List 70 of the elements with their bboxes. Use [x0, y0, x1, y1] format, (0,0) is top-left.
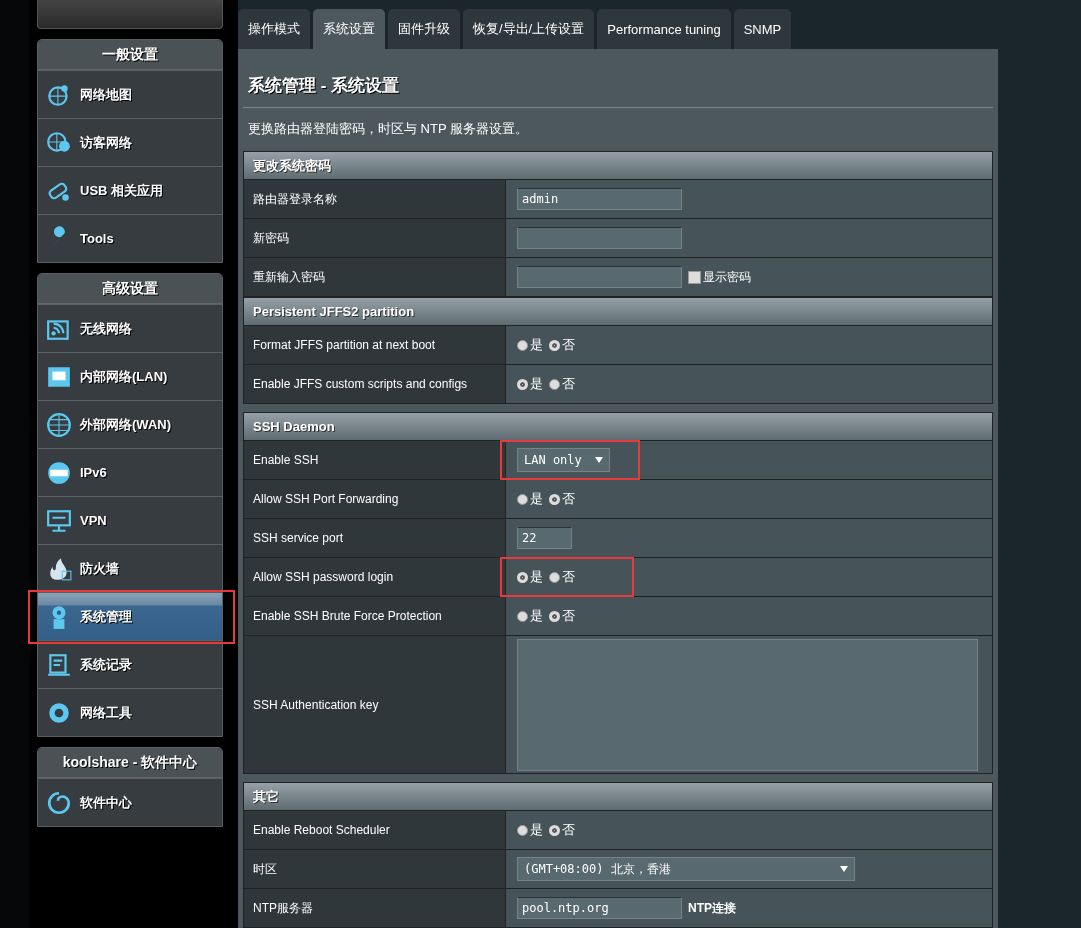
checkbox-option[interactable]: 显示密码	[688, 268, 751, 286]
menu-group-title: 高级设置	[38, 274, 222, 304]
caret-icon	[840, 866, 848, 872]
radio-option[interactable]: 是	[517, 336, 543, 354]
section-header: 更改系统密码	[244, 152, 992, 179]
badge-icon	[46, 459, 72, 486]
section-header: Persistent JFFS2 partition	[244, 298, 992, 325]
setting-label: Allow SSH Port Forwarding	[244, 480, 506, 518]
menu-item[interactable]: 网络地图	[38, 70, 222, 118]
radio-option[interactable]: 是	[517, 490, 543, 508]
setting-label: Enable SSH Brute Force Protection	[244, 597, 506, 635]
menu-item[interactable]: 系统记录	[38, 640, 222, 688]
menu-item[interactable]: VPN	[38, 496, 222, 544]
menu-item[interactable]: 无线网络	[38, 304, 222, 352]
text-field[interactable]	[517, 227, 682, 249]
radio-option[interactable]: 否	[549, 490, 575, 508]
setting-label: SSH Authentication key	[244, 636, 506, 773]
text-field[interactable]: admin	[517, 188, 682, 210]
tab[interactable]: 恢复/导出/上传设置	[463, 9, 595, 49]
tab[interactable]: SNMP	[733, 9, 792, 49]
radio-option[interactable]: 否	[549, 336, 575, 354]
globe-icon	[46, 411, 72, 438]
radio-option[interactable]: 否	[549, 568, 575, 586]
ntp-link[interactable]: NTP连接	[688, 899, 736, 917]
page-description: 更换路由器登陆密码，时区与 NTP 服务器设置。	[247, 120, 529, 138]
setting-label: Allow SSH password login	[244, 558, 506, 596]
monitor-icon	[46, 507, 72, 534]
setting-label: Format JFFS partition at next boot	[244, 326, 506, 364]
radio-option[interactable]: 是	[517, 607, 543, 625]
menu-item[interactable]: 网络工具	[38, 688, 222, 736]
setting-label: 路由器登录名称	[244, 180, 506, 218]
menu-item[interactable]: 外部网络(WAN)	[38, 400, 222, 448]
caret-icon	[595, 457, 603, 463]
menu-item[interactable]: 软件中心	[38, 778, 222, 826]
radio-option[interactable]: 是	[517, 568, 543, 586]
dropdown[interactable]: LAN only	[517, 448, 610, 472]
setting-label: Enable SSH	[244, 441, 506, 479]
setting-label: NTP服务器	[244, 889, 506, 927]
menu-item[interactable]: USB 相关应用	[38, 166, 222, 214]
radio-option[interactable]: 是	[517, 375, 543, 393]
setting-label: 重新输入密码	[244, 258, 506, 296]
setting-label: Enable Reboot Scheduler	[244, 811, 506, 849]
section-header: SSH Daemon	[244, 413, 992, 440]
setting-label: 新密码	[244, 219, 506, 257]
radio-option[interactable]: 是	[517, 821, 543, 839]
port-field[interactable]: 22	[517, 527, 572, 549]
setting-label: Enable JFFS custom scripts and configs	[244, 365, 506, 403]
text-field[interactable]: pool.ntp.org	[517, 897, 682, 919]
menu-group-title: koolshare - 软件中心	[38, 748, 222, 778]
tab[interactable]: 系统设置	[313, 9, 385, 49]
swirl-icon	[46, 789, 72, 816]
tab[interactable]: 操作模式	[238, 9, 310, 49]
menu-item[interactable]: 访客网络	[38, 118, 222, 166]
radio-option[interactable]: 否	[549, 607, 575, 625]
radio-option[interactable]: 否	[549, 375, 575, 393]
dropdown[interactable]: (GMT+08:00) 北京，香港	[517, 857, 855, 881]
setting-label: SSH service port	[244, 519, 506, 557]
tab[interactable]: Performance tuning	[597, 9, 731, 49]
menu-item[interactable]: Tools	[38, 214, 222, 262]
section-header: 其它	[244, 783, 992, 810]
menu-item[interactable]: 内部网络(LAN)	[38, 352, 222, 400]
setting-label: 时区	[244, 850, 506, 888]
text-field[interactable]	[517, 266, 682, 288]
menu-item[interactable]: 系统管理	[38, 592, 222, 640]
menu-item[interactable]: IPv6	[38, 448, 222, 496]
menu-group-title: 一般设置	[38, 40, 222, 70]
document-icon	[46, 651, 72, 678]
radio-option[interactable]: 否	[549, 821, 575, 839]
tab[interactable]: 固件升级	[388, 9, 460, 49]
page-title: 系统管理 - 系统设置	[243, 49, 993, 108]
